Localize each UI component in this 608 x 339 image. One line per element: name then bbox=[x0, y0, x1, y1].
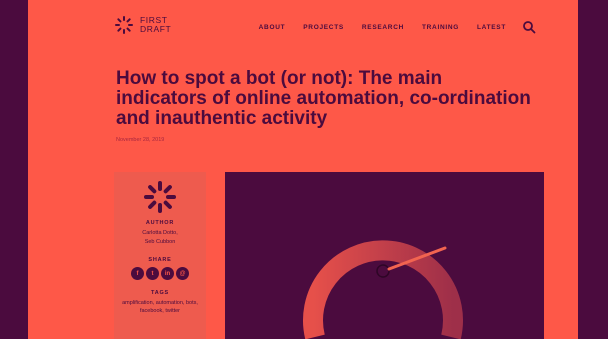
share-label: SHARE bbox=[148, 257, 172, 263]
tags-list[interactable]: amplification, automation, bots, faceboo… bbox=[114, 299, 206, 315]
brand-name: FIRST DRAFT bbox=[140, 16, 171, 34]
logo-icon bbox=[115, 16, 133, 34]
main-nav: ABOUT PROJECTS RESEARCH TRAINING LATEST bbox=[241, 20, 536, 34]
nav-training[interactable]: TRAINING bbox=[422, 24, 459, 31]
tags-label: TAGS bbox=[150, 290, 170, 296]
page: FIRST DRAFT ABOUT PROJECTS RESEARCH TRAI… bbox=[28, 0, 578, 339]
author-card: AUTHOR Carlotta Dotto, Seb Cubbon SHARE … bbox=[114, 172, 206, 339]
author-label: AUTHOR bbox=[145, 220, 175, 226]
article-title: How to spot a bot (or not): The main ind… bbox=[116, 68, 531, 129]
share-buttons: f t in @ bbox=[114, 267, 206, 280]
brand-line-2: DRAFT bbox=[140, 24, 172, 34]
nav-about[interactable]: ABOUT bbox=[259, 24, 286, 31]
author-avatar bbox=[144, 181, 176, 213]
author-name[interactable]: Carlotta Dotto, bbox=[114, 229, 206, 238]
linkedin-icon[interactable]: in bbox=[161, 267, 174, 280]
speedometer-illustration bbox=[303, 240, 463, 339]
nav-projects[interactable]: PROJECTS bbox=[303, 24, 344, 31]
search-icon[interactable] bbox=[522, 20, 536, 34]
twitter-icon[interactable]: t bbox=[146, 267, 159, 280]
email-icon[interactable]: @ bbox=[176, 267, 189, 280]
author-name[interactable]: Seb Cubbon bbox=[114, 238, 206, 247]
brand-logo[interactable]: FIRST DRAFT bbox=[114, 15, 171, 35]
facebook-icon[interactable]: f bbox=[131, 267, 144, 280]
article-date: November 28, 2019 bbox=[116, 137, 165, 143]
author-names: Carlotta Dotto, Seb Cubbon bbox=[114, 229, 206, 247]
nav-research[interactable]: RESEARCH bbox=[362, 24, 404, 31]
hero-image bbox=[225, 172, 544, 339]
nav-latest[interactable]: LATEST bbox=[477, 24, 506, 31]
